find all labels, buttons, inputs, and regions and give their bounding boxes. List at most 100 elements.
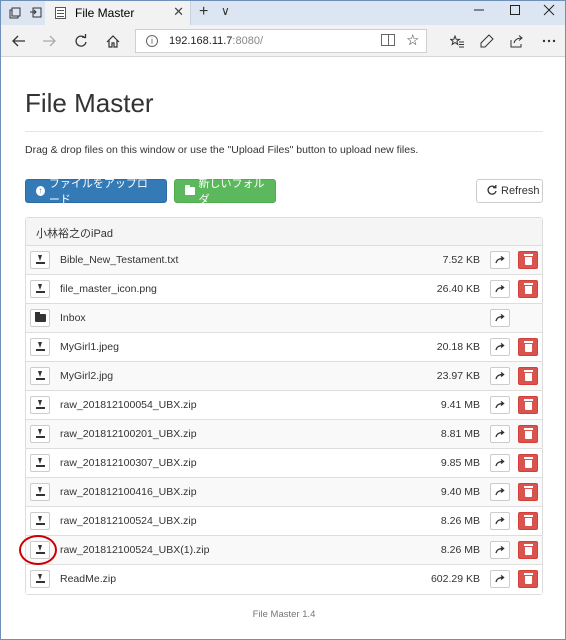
address-bar: i 192.168.11.7:8080/ ☆ <box>1 25 565 57</box>
share-arrow-icon <box>495 256 505 264</box>
delete-button[interactable] <box>518 280 538 298</box>
page-title: File Master <box>25 88 154 118</box>
trash-icon <box>523 486 533 497</box>
tab-preview-chevron-icon[interactable]: ∨ <box>221 4 230 18</box>
file-name-link[interactable]: raw_201812100524_UBX(1).zip <box>60 544 209 556</box>
share-icon[interactable] <box>507 31 527 51</box>
download-button[interactable] <box>30 570 50 588</box>
site-info-icon[interactable]: i <box>146 35 158 47</box>
share-button[interactable] <box>490 251 510 269</box>
file-name-link[interactable]: MyGirl2.jpg <box>60 370 113 382</box>
share-arrow-icon <box>495 372 505 380</box>
delete-button[interactable] <box>518 570 538 588</box>
upload-files-button[interactable]: ↑ ファイルをアップロード <box>25 178 167 206</box>
more-options-icon[interactable] <box>539 31 559 51</box>
tab-manager-icon[interactable] <box>7 5 23 21</box>
file-name-link[interactable]: raw_201812100201_UBX.zip <box>60 428 197 440</box>
set-tabs-aside-icon[interactable] <box>27 5 43 21</box>
download-icon <box>35 400 45 410</box>
tab-bar: File Master ✕ + ∨ <box>1 1 565 25</box>
download-button[interactable] <box>30 512 50 530</box>
file-size: 26.40 KB <box>436 283 480 295</box>
delete-button[interactable] <box>518 338 538 356</box>
upload-hint: Drag & drop files on this window or use … <box>25 144 419 156</box>
download-button[interactable] <box>30 454 50 472</box>
tab-close-icon[interactable]: ✕ <box>173 4 184 20</box>
file-row: raw_201812100054_UBX.zip 9.41 MB <box>26 391 542 420</box>
share-button[interactable] <box>490 570 510 588</box>
reading-view-icon[interactable] <box>381 34 395 46</box>
share-button[interactable] <box>490 541 510 559</box>
share-button[interactable] <box>490 396 510 414</box>
web-note-pen-icon[interactable] <box>477 31 497 51</box>
share-button[interactable] <box>490 512 510 530</box>
file-name-link[interactable]: file_master_icon.png <box>60 283 157 295</box>
folder-open-icon <box>34 312 46 322</box>
share-arrow-icon <box>495 517 505 525</box>
file-row: ReadMe.zip 602.29 KB <box>26 565 542 594</box>
share-button[interactable] <box>490 338 510 356</box>
file-size: 20.18 KB <box>436 341 480 353</box>
file-row: raw_201812100307_UBX.zip 9.85 MB <box>26 449 542 478</box>
download-button[interactable] <box>30 367 50 385</box>
trash-icon <box>523 283 533 294</box>
share-button[interactable] <box>490 280 510 298</box>
file-name-link[interactable]: raw_201812100054_UBX.zip <box>60 399 197 411</box>
delete-button[interactable] <box>518 396 538 414</box>
minimize-icon[interactable] <box>473 4 485 19</box>
file-row: raw_201812100524_UBX.zip 8.26 MB <box>26 507 542 536</box>
share-button[interactable] <box>490 483 510 501</box>
file-name-link[interactable]: MyGirl1.jpeg <box>60 341 119 353</box>
file-name-link[interactable]: Inbox <box>60 312 86 324</box>
forward-icon[interactable] <box>39 31 59 51</box>
file-name-link[interactable]: ReadMe.zip <box>60 573 116 585</box>
window-close-icon[interactable] <box>543 4 555 19</box>
share-arrow-icon <box>495 430 505 438</box>
favorite-star-icon[interactable]: ☆ <box>406 31 419 49</box>
refresh-label: Refresh <box>501 185 540 197</box>
share-button[interactable] <box>490 454 510 472</box>
url-field[interactable]: i 192.168.11.7:8080/ ☆ <box>135 29 427 53</box>
maximize-icon[interactable] <box>509 4 521 19</box>
download-button[interactable] <box>30 483 50 501</box>
divider <box>25 131 543 132</box>
home-icon[interactable] <box>103 31 123 51</box>
download-button[interactable] <box>30 396 50 414</box>
download-icon <box>35 429 45 439</box>
page-icon <box>55 7 66 19</box>
delete-button[interactable] <box>518 512 538 530</box>
delete-button[interactable] <box>518 541 538 559</box>
share-button[interactable] <box>490 367 510 385</box>
open-folder-button[interactable] <box>30 309 50 327</box>
trash-icon <box>523 341 533 352</box>
delete-button[interactable] <box>518 454 538 472</box>
new-folder-button[interactable]: 新しいフォルダ <box>174 178 276 206</box>
file-name-link[interactable]: raw_201812100524_UBX.zip <box>60 515 197 527</box>
refresh-page-icon[interactable] <box>71 31 91 51</box>
back-icon[interactable] <box>9 31 29 51</box>
file-name-link[interactable]: Bible_New_Testament.txt <box>60 254 178 266</box>
tab-file-master[interactable]: File Master ✕ <box>45 1 191 25</box>
delete-button[interactable] <box>518 251 538 269</box>
delete-button[interactable] <box>518 425 538 443</box>
file-name-link[interactable]: raw_201812100307_UBX.zip <box>60 457 197 469</box>
download-button[interactable] <box>30 280 50 298</box>
folder-row: Inbox <box>26 304 542 333</box>
download-icon <box>35 255 45 265</box>
share-button[interactable] <box>490 425 510 443</box>
file-name-link[interactable]: raw_201812100416_UBX.zip <box>60 486 197 498</box>
file-size: 602.29 KB <box>430 573 480 585</box>
download-button[interactable] <box>30 251 50 269</box>
delete-button[interactable] <box>518 483 538 501</box>
download-button[interactable] <box>30 338 50 356</box>
share-button[interactable] <box>490 309 510 327</box>
favorites-list-icon[interactable] <box>447 31 467 51</box>
new-tab-button[interactable]: + <box>199 3 208 21</box>
download-icon <box>35 574 45 584</box>
refresh-button[interactable]: Refresh <box>476 179 543 203</box>
delete-button[interactable] <box>518 367 538 385</box>
download-button[interactable] <box>30 425 50 443</box>
trash-icon <box>523 254 533 265</box>
share-arrow-icon <box>495 343 505 351</box>
file-size: 9.40 MB <box>440 486 480 498</box>
